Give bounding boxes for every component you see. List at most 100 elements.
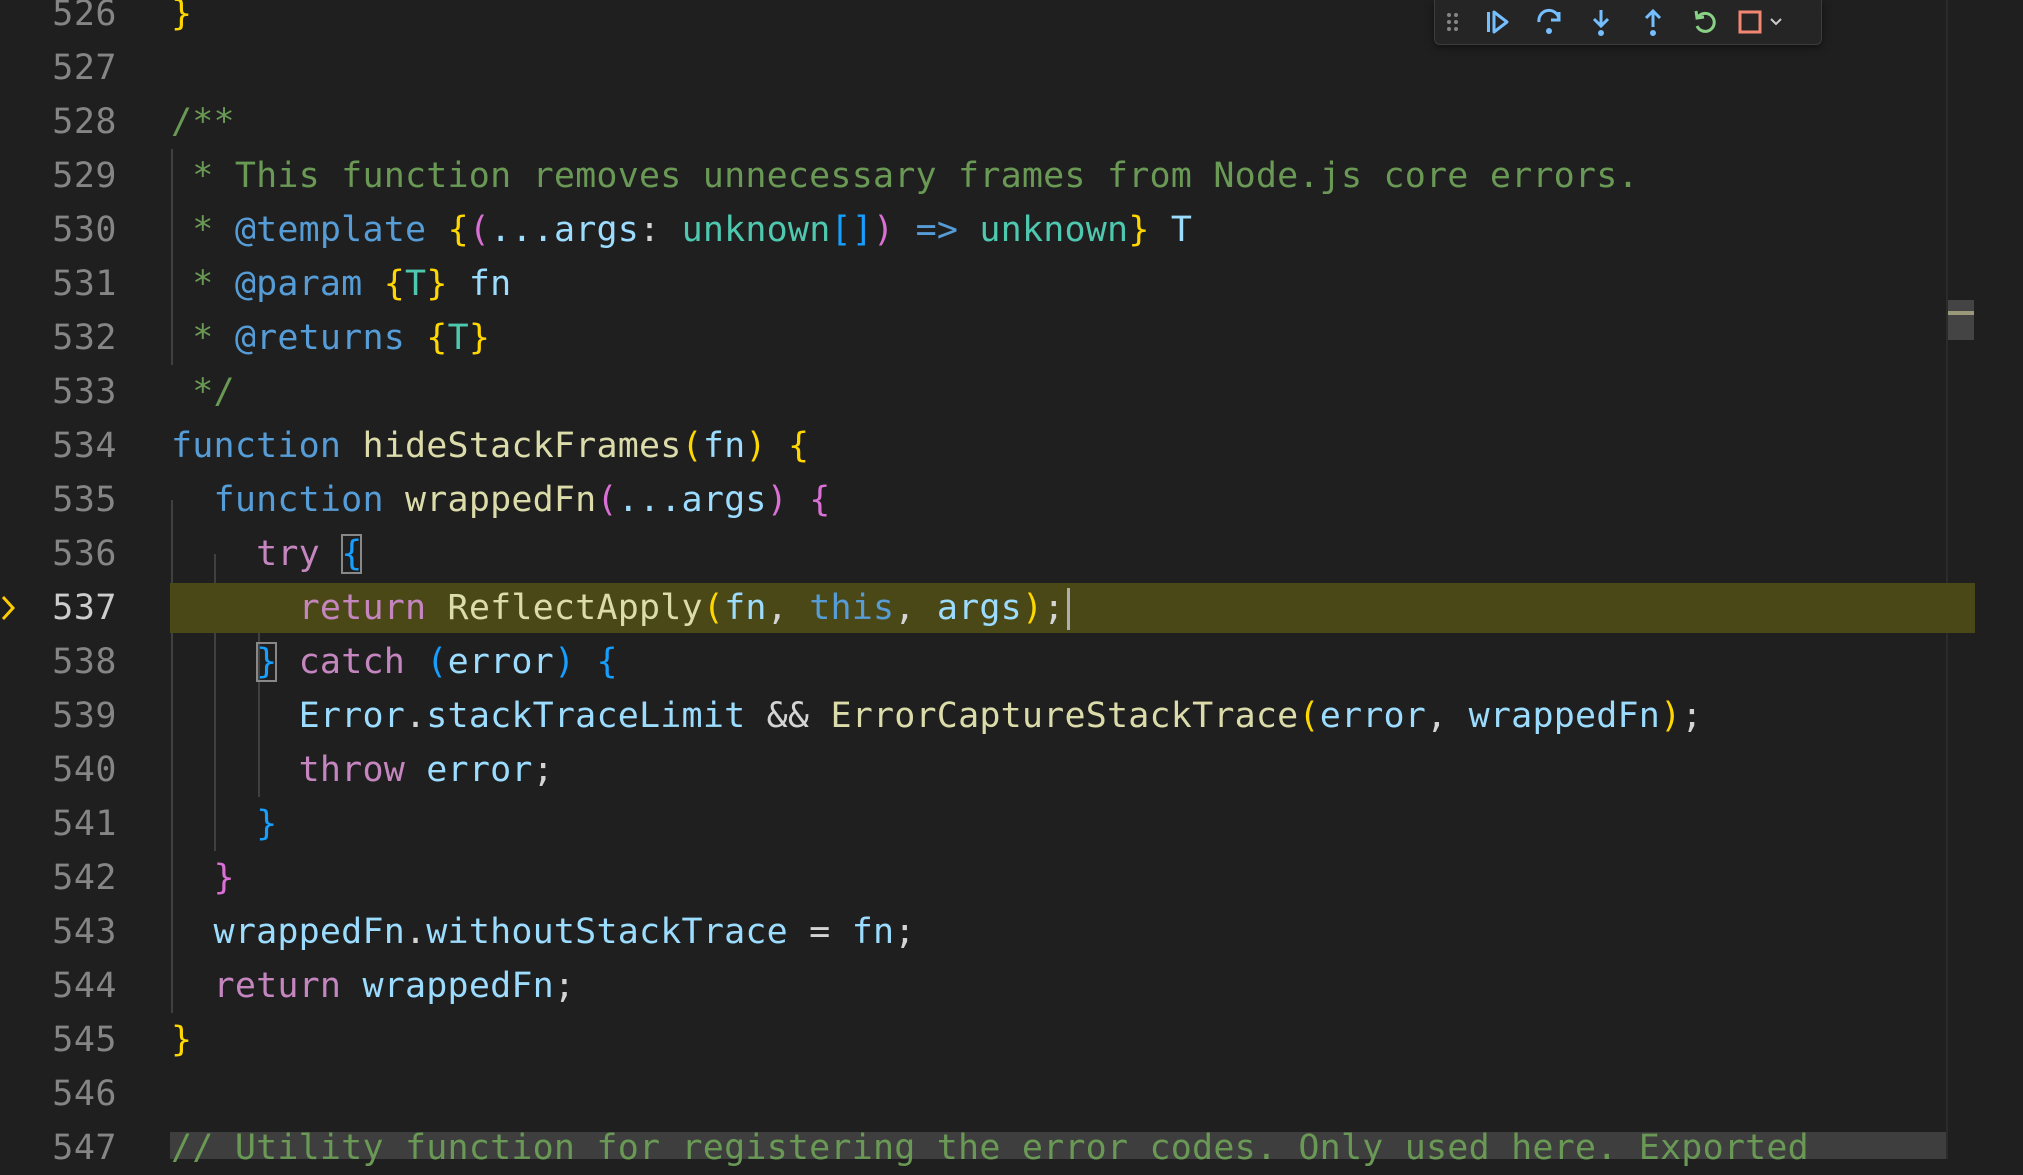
arg: error bbox=[1319, 696, 1427, 736]
code-line[interactable]: * @param {T} fn bbox=[0, 257, 1975, 311]
scrollbar-thumb[interactable] bbox=[1948, 300, 1974, 340]
brace: } bbox=[468, 318, 491, 358]
continue-icon[interactable] bbox=[1471, 2, 1523, 42]
identifier: fn bbox=[851, 912, 895, 952]
paren: ) bbox=[553, 642, 576, 682]
function-name: ReflectApply bbox=[426, 588, 703, 628]
brace: { bbox=[809, 480, 831, 520]
brace: } bbox=[1128, 210, 1150, 250]
bracket: [] bbox=[830, 210, 874, 250]
step-out-icon[interactable] bbox=[1627, 2, 1679, 42]
code-line[interactable]: function wrappedFn(...args) { bbox=[0, 473, 1975, 527]
punct: : bbox=[639, 210, 682, 250]
step-into-icon[interactable] bbox=[1575, 2, 1627, 42]
code-line[interactable]: return wrappedFn; bbox=[0, 959, 1975, 1013]
keyword: function bbox=[171, 426, 342, 466]
code-line[interactable]: /** bbox=[0, 95, 1975, 149]
keyword: catch bbox=[298, 642, 406, 682]
identifier: error bbox=[405, 750, 533, 790]
code-line[interactable]: Error.stackTraceLimit && ErrorCaptureSta… bbox=[0, 689, 1975, 743]
code-line[interactable]: function hideStackFrames(fn) { bbox=[0, 419, 1975, 473]
line-number: 546 bbox=[52, 1074, 117, 1114]
step-over-icon[interactable] bbox=[1523, 2, 1575, 42]
keyword: this bbox=[809, 588, 895, 628]
code-line[interactable]: throw error; bbox=[0, 743, 1975, 797]
type-param: T bbox=[1149, 210, 1193, 250]
punct: . bbox=[405, 912, 427, 952]
code-line[interactable]: * @returns {T} bbox=[0, 311, 1975, 365]
param: fn bbox=[447, 264, 512, 304]
code-line[interactable]: // Utility function for registering the … bbox=[0, 1121, 1975, 1175]
brace: } bbox=[171, 0, 193, 34]
comment: * bbox=[171, 264, 235, 304]
punct: , bbox=[1426, 696, 1469, 736]
arg: args bbox=[936, 588, 1022, 628]
identifier: wrappedFn bbox=[341, 966, 554, 1006]
punct: ; bbox=[1681, 696, 1703, 736]
brace: } bbox=[171, 1020, 193, 1060]
matched-brace: } bbox=[256, 642, 278, 682]
paren: ( bbox=[702, 588, 725, 628]
code-line[interactable]: * This function removes unnecessary fram… bbox=[0, 149, 1975, 203]
brace: { bbox=[383, 264, 406, 304]
paren: ( bbox=[596, 480, 618, 520]
type: unknown bbox=[681, 210, 831, 250]
keyword: function bbox=[213, 480, 384, 520]
code-line[interactable]: wrappedFn.withoutStackTrace = fn; bbox=[0, 905, 1975, 959]
current-stack-frame-line[interactable]: return ReflectApply(fn, this, args); bbox=[0, 581, 1975, 635]
paren: ) bbox=[1660, 696, 1682, 736]
code-line[interactable]: * @template {(...args: unknown[]) => unk… bbox=[0, 203, 1975, 257]
function-name: ErrorCaptureStackTrace bbox=[830, 696, 1299, 736]
code-line[interactable]: } bbox=[0, 851, 1975, 905]
param: fn bbox=[702, 426, 746, 466]
punct: . bbox=[405, 696, 427, 736]
code-editor[interactable]: 526 527 528 529 530 531 532 533 534 535 … bbox=[0, 0, 2023, 1168]
paren: ( bbox=[468, 210, 491, 250]
brace: } bbox=[256, 804, 278, 844]
paren: ( bbox=[1298, 696, 1320, 736]
paren: ( bbox=[426, 642, 448, 682]
type: T bbox=[447, 318, 469, 358]
code-line[interactable]: } bbox=[0, 1013, 1975, 1067]
comment: * bbox=[171, 210, 235, 250]
param: error bbox=[447, 642, 554, 682]
code-line[interactable]: } catch (error) { bbox=[0, 635, 1975, 689]
stop-icon[interactable] bbox=[1731, 2, 1793, 42]
drag-handle-icon[interactable] bbox=[1435, 2, 1471, 42]
keyword: return bbox=[213, 966, 342, 1006]
code-line[interactable]: */ bbox=[0, 365, 1975, 419]
arrow: => bbox=[894, 210, 980, 250]
param: ...args bbox=[617, 480, 767, 520]
operator: && bbox=[745, 696, 831, 736]
vertical-scrollbar[interactable] bbox=[1975, 0, 2023, 1159]
punct: ; bbox=[532, 750, 554, 790]
operator: = bbox=[787, 912, 852, 952]
restart-icon[interactable] bbox=[1679, 2, 1731, 42]
jsdoc-tag: @returns bbox=[234, 318, 406, 358]
code-line[interactable]: } bbox=[0, 797, 1975, 851]
comment: * bbox=[171, 318, 235, 358]
property: stackTraceLimit bbox=[426, 696, 746, 736]
punct: ; bbox=[894, 912, 916, 952]
keyword: throw bbox=[298, 750, 405, 790]
text-cursor bbox=[1066, 588, 1070, 630]
paren: ) bbox=[766, 480, 788, 520]
code-line[interactable]: try { bbox=[0, 527, 1975, 581]
debug-toolbar bbox=[1434, 0, 1822, 45]
brace: } bbox=[426, 264, 448, 304]
jsdoc-tag: @template bbox=[234, 210, 427, 250]
paren: ) bbox=[1021, 588, 1044, 628]
